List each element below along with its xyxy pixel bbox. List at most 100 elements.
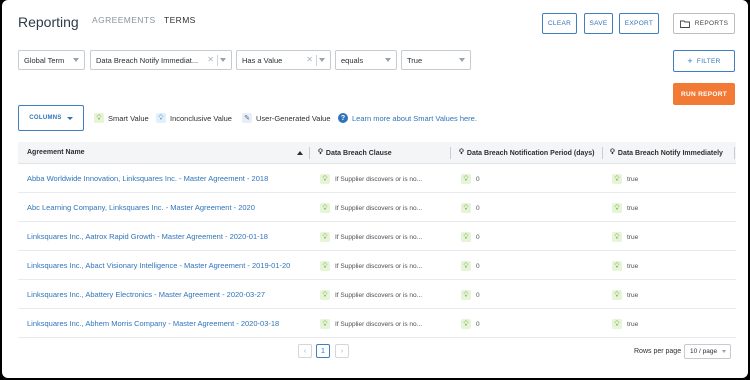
legend-inconclusive-label: Inconclusive Value xyxy=(170,113,232,123)
chevron-down-icon xyxy=(220,58,226,62)
notify-cell: 💡︎ true xyxy=(612,174,638,184)
page-title: Reporting xyxy=(18,14,79,30)
legend-smart: 💡︎ Smart Value xyxy=(94,113,149,123)
agreement-name-link[interactable]: Abba Worldwide Innovation, Linksquares I… xyxy=(27,174,268,183)
notify-value: true xyxy=(627,204,639,212)
lightbulb-icon: 💡︎ xyxy=(320,203,330,213)
notify-value: true xyxy=(627,175,639,183)
lightbulb-icon: 💡︎ xyxy=(320,319,330,329)
table-row: Abba Worldwide Innovation, Linksquares I… xyxy=(18,164,736,193)
lightbulb-icon: 💡︎ xyxy=(94,113,104,123)
learn-more-label: Learn more about Smart Values here. xyxy=(352,113,477,123)
plus-icon: + xyxy=(687,56,693,66)
clause-value: If Supplier discovers or is no... xyxy=(335,233,423,241)
notify-cell: 💡︎ true xyxy=(612,203,638,213)
page-number-button[interactable]: 1 xyxy=(316,344,330,358)
column-divider[interactable] xyxy=(602,147,603,159)
column-divider[interactable] xyxy=(309,147,310,159)
folder-icon xyxy=(679,20,690,28)
lightbulb-icon: 💡︎ xyxy=(320,261,330,271)
column-header-data-breach-clause[interactable]: 💡︎ Data Breach Clause xyxy=(318,149,392,157)
agreement-name-link[interactable]: Linksquares Inc., Aatrox Rapid Growth - … xyxy=(27,232,268,241)
period-cell: 💡︎ 0 xyxy=(461,203,480,213)
lightbulb-icon: 💡︎ xyxy=(612,232,622,242)
clause-cell: 💡︎ If Supplier discovers or is no... xyxy=(320,261,422,271)
column-header-agreement-name[interactable]: Agreement Name xyxy=(27,149,85,156)
columns-label: COLUMNS xyxy=(29,115,62,121)
clause-cell: 💡︎ If Supplier discovers or is no... xyxy=(320,319,422,329)
field-select[interactable]: Data Breach Notify Immediat... ✕ xyxy=(90,50,232,70)
lightbulb-outline-icon: 💡︎ xyxy=(459,149,464,156)
period-cell: 💡︎ 0 xyxy=(461,232,480,242)
lightbulb-icon: 💡︎ xyxy=(612,261,622,271)
column-divider[interactable] xyxy=(734,147,735,159)
clause-cell: 💡︎ If Supplier discovers or is no... xyxy=(320,174,422,184)
value-select[interactable]: True xyxy=(401,50,471,70)
notify-cell: 💡︎ true xyxy=(612,319,638,329)
prev-page-button[interactable]: ‹ xyxy=(298,344,312,358)
agreement-name-link[interactable]: Abc Learning Company, Linksquares Inc. -… xyxy=(27,203,255,212)
condition-select[interactable]: Has a Value ✕ xyxy=(236,50,331,70)
lightbulb-icon: 💡︎ xyxy=(612,319,622,329)
chevron-down-icon xyxy=(722,350,726,353)
chevron-down-icon xyxy=(459,58,465,62)
select-divider xyxy=(217,55,218,66)
clear-icon[interactable]: ✕ xyxy=(207,55,214,64)
lightbulb-icon: 💡︎ xyxy=(461,290,471,300)
lightbulb-icon: 💡︎ xyxy=(612,174,622,184)
clause-value: If Supplier discovers or is no... xyxy=(335,320,423,328)
column-header-notification-period[interactable]: 💡︎ Data Breach Notification Period (days… xyxy=(459,149,595,157)
filter-label: FILTER xyxy=(696,57,721,65)
export-button[interactable]: EXPORT xyxy=(619,13,659,34)
scope-value: Global Term xyxy=(24,55,65,65)
agreement-name-link[interactable]: Linksquares Inc., Abact Visionary Intell… xyxy=(27,261,290,270)
column-divider[interactable] xyxy=(450,147,451,159)
chevron-down-icon xyxy=(73,58,79,62)
lightbulb-icon: 💡︎ xyxy=(320,290,330,300)
clear-icon[interactable]: ✕ xyxy=(306,55,313,64)
table-row: Linksquares Inc., Aatrox Rapid Growth - … xyxy=(18,222,736,251)
clause-cell: 💡︎ If Supplier discovers or is no... xyxy=(320,290,422,300)
next-page-button[interactable]: › xyxy=(335,344,349,358)
agreement-name-link[interactable]: Linksquares Inc., Abhem Morris Company -… xyxy=(27,319,279,328)
agreement-name-link[interactable]: Linksquares Inc., Abattery Electronics -… xyxy=(27,290,265,299)
clause-cell: 💡︎ If Supplier discovers or is no... xyxy=(320,232,422,242)
notify-cell: 💡︎ true xyxy=(612,261,638,271)
chevron-down-icon xyxy=(66,116,73,120)
lightbulb-icon: 💡︎ xyxy=(461,261,471,271)
period-cell: 💡︎ 0 xyxy=(461,290,480,300)
lightbulb-outline-icon: 💡︎ xyxy=(318,149,323,156)
rows-per-page-value: 10 / page xyxy=(690,348,718,355)
filter-button[interactable]: + FILTER xyxy=(673,50,735,72)
legend-smart-label: Smart Value xyxy=(108,113,149,123)
clause-value: If Supplier discovers or is no... xyxy=(335,291,423,299)
reports-button[interactable]: REPORTS xyxy=(673,13,735,34)
table-row: Linksquares Inc., Abattery Electronics -… xyxy=(18,280,736,309)
period-value: 0 xyxy=(476,291,480,299)
clear-button[interactable]: CLEAR xyxy=(542,13,577,34)
notify-value: true xyxy=(627,320,639,328)
learn-more-link[interactable]: ? Learn more about Smart Values here. xyxy=(338,113,477,123)
lightbulb-icon: 💡︎ xyxy=(461,174,471,184)
column-label: Data Breach Clause xyxy=(325,149,392,157)
table-row: Linksquares Inc., Abact Visionary Intell… xyxy=(18,251,736,280)
sort-ascending-icon[interactable] xyxy=(297,151,303,155)
lightbulb-icon: 💡︎ xyxy=(461,319,471,329)
legend-inconclusive: 💡︎ Inconclusive Value xyxy=(156,113,232,123)
reports-label: REPORTS xyxy=(694,20,729,27)
scope-select[interactable]: Global Term xyxy=(18,50,85,70)
select-divider xyxy=(316,55,317,66)
lightbulb-icon: 💡︎ xyxy=(320,174,330,184)
period-cell: 💡︎ 0 xyxy=(461,261,480,271)
period-value: 0 xyxy=(476,320,480,328)
run-report-button[interactable]: RUN REPORT xyxy=(673,83,735,105)
rows-per-page-select[interactable]: 10 / page xyxy=(684,344,731,359)
tab-agreements[interactable]: AGREEMENTS xyxy=(92,15,156,25)
tab-terms[interactable]: TERMS xyxy=(164,15,196,25)
question-circle-icon: ? xyxy=(338,113,348,123)
column-header-notify-immediately[interactable]: 💡︎ Data Breach Notify Immediately xyxy=(610,149,723,157)
value-value: True xyxy=(407,55,423,65)
columns-button[interactable]: COLUMNS xyxy=(18,105,84,131)
save-button[interactable]: SAVE xyxy=(584,13,613,34)
operator-select[interactable]: equals xyxy=(335,50,397,70)
